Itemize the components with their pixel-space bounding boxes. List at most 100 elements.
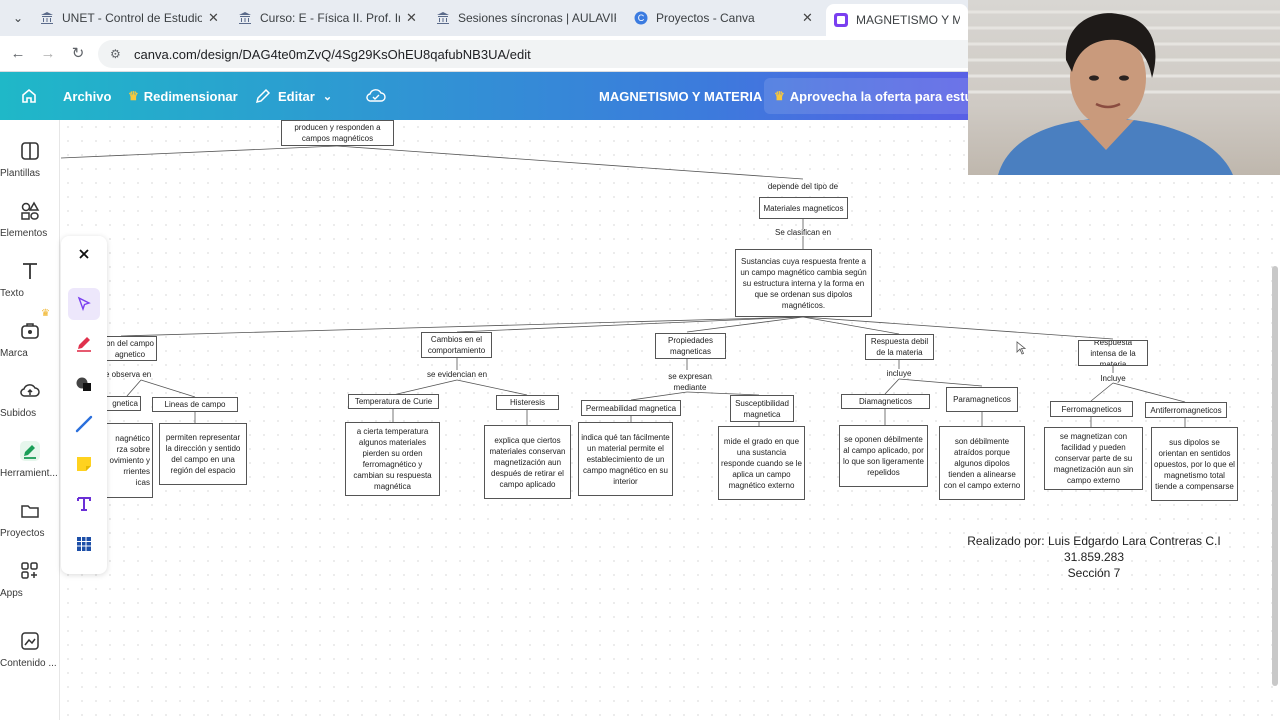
node-gnetica-partial[interactable]: gnetica xyxy=(101,396,141,411)
sidebar-item-subidos[interactable]: Subidos xyxy=(0,380,60,436)
node-respuesta-debil[interactable]: Respuesta debil de la materia xyxy=(865,334,934,360)
sidebar-item-elementos[interactable]: Elementos xyxy=(0,200,60,256)
node-propiedades[interactable]: Propiedades magneticas xyxy=(655,333,726,359)
node-permeabilidad[interactable]: Permeabilidad magnetica xyxy=(581,400,681,416)
sidebar-item-marca[interactable]: ♛ Marca xyxy=(0,308,60,376)
shape-tool-button[interactable] xyxy=(68,368,100,400)
browser-tab[interactable]: UNET - Control de Estudios y Ev ✕ xyxy=(32,4,228,32)
node-susceptibilidad[interactable]: Susceptibilidad magnetica xyxy=(730,395,794,422)
university-favicon-icon xyxy=(239,12,251,24)
node-sustancias[interactable]: Sustancias cuya respuesta frente a un ca… xyxy=(735,249,872,317)
tab-search-icon[interactable]: ⌄ xyxy=(8,8,28,28)
crown-icon: ♛ xyxy=(128,89,139,103)
node-cambios[interactable]: Cambios en el comportamiento xyxy=(421,332,492,358)
node-ferromagneticos-desc[interactable]: se magnetizan con facilidad y pueden con… xyxy=(1044,427,1143,490)
line-tool-button[interactable] xyxy=(68,408,100,440)
node-antiferromagneticos[interactable]: Antiferromagneticos xyxy=(1145,402,1227,418)
url-field[interactable]: ⚙ canva.com/design/DAG4te0mZvQ/4Sg29KsOh… xyxy=(98,40,1098,68)
browser-tab-active[interactable]: MAGNETISMO Y MATERIA xyxy=(826,4,968,36)
sidebar-label: Texto xyxy=(0,288,24,299)
node-diamagneticos-desc[interactable]: se oponen débilmente al campo aplicado, … xyxy=(839,425,928,487)
design-canvas[interactable]: producen y responden a campos magnéticos… xyxy=(61,120,1280,720)
crown-icon: ♛ xyxy=(41,308,50,319)
presenter-video-image xyxy=(968,10,1280,175)
sidebar-item-plantillas[interactable]: Plantillas xyxy=(0,140,60,196)
close-icon xyxy=(79,249,89,259)
sidebar-item-herramientas[interactable]: Herramient... xyxy=(0,440,60,496)
text-icon xyxy=(23,263,37,279)
browser-tab[interactable]: Curso: E - Física II. Prof. Irenia M ✕ xyxy=(230,4,426,32)
author-credit[interactable]: Realizado por: Luis Edgardo Lara Contrer… xyxy=(937,533,1251,581)
node-histeresis[interactable]: Histeresis xyxy=(496,395,559,410)
node-lineas-desc[interactable]: permiten representar la dirección y sent… xyxy=(159,423,247,485)
tab-title: Sesiones síncronas | AULAVIRTU xyxy=(458,11,616,25)
link-label: se expresan mediante xyxy=(668,372,712,392)
table-tool-button[interactable] xyxy=(68,528,100,560)
node-top[interactable]: producen y responden a campos magnéticos xyxy=(281,120,394,146)
pen-tool-button[interactable] xyxy=(68,328,100,360)
select-tool-button[interactable] xyxy=(68,288,100,320)
sticky-note-button[interactable] xyxy=(68,448,100,480)
forward-arrow-icon[interactable]: → xyxy=(38,44,58,64)
editar-label: Editar xyxy=(278,88,315,104)
node-susceptibilidad-desc[interactable]: mide el grado en que una sustancia respo… xyxy=(718,426,805,500)
editar-menu[interactable]: Editar ⌄ xyxy=(255,72,332,120)
pen-icon xyxy=(77,337,91,352)
node-diamagneticos[interactable]: Diamagneticos xyxy=(841,394,930,409)
text-tool-button[interactable] xyxy=(68,488,100,520)
vertical-scrollbar[interactable] xyxy=(1272,266,1278,686)
node-gnetica-desc[interactable]: nagnético rza sobre ovimiento y rrientes… xyxy=(105,423,153,498)
content-icon xyxy=(21,632,39,650)
side-panel: Plantillas Elementos Texto ♛ Marca Subid… xyxy=(0,120,60,720)
sidebar-item-apps[interactable]: Apps xyxy=(0,560,60,616)
cloud-saved-icon[interactable] xyxy=(366,72,386,120)
sidebar-label: Elementos xyxy=(0,228,48,239)
node-temperatura-curie[interactable]: Temperatura de Curie xyxy=(348,394,439,409)
sidebar-label: Contenido ... xyxy=(0,658,57,669)
folder-icon xyxy=(21,505,39,518)
node-permeabilidad-desc[interactable]: indica qué tan fácilmente un material pe… xyxy=(578,422,673,496)
link-label: Incluye xyxy=(1100,374,1126,383)
node-respuesta-intensa[interactable]: Respuesta intensa de la materia xyxy=(1078,340,1148,366)
shape-icon xyxy=(76,377,91,391)
redimensionar-label: Redimensionar xyxy=(143,88,238,104)
tab-title: UNET - Control de Estudios y Ev xyxy=(62,11,202,25)
sidebar-item-texto[interactable]: Texto xyxy=(0,260,60,316)
webcam-video xyxy=(968,0,1280,175)
back-arrow-icon[interactable]: ← xyxy=(8,44,28,64)
home-button[interactable] xyxy=(20,72,38,120)
close-tab-icon[interactable]: ✕ xyxy=(406,10,418,26)
close-tab-icon[interactable]: ✕ xyxy=(802,10,814,26)
node-ferromagneticos[interactable]: Ferromagneticos xyxy=(1050,401,1133,417)
browser-tab[interactable]: Sesiones síncronas | AULAVIRTU xyxy=(428,4,624,32)
node-curie-desc[interactable]: a cierta temperatura algunos materiales … xyxy=(345,422,440,496)
node-paramagneticos-desc[interactable]: son débilmente atraídos porque algunos d… xyxy=(939,426,1025,500)
templates-icon xyxy=(21,142,39,160)
offer-button[interactable]: ♛ Aprovecha la oferta para estud xyxy=(764,78,968,114)
node-paramagneticos[interactable]: Paramagneticos xyxy=(946,387,1018,412)
university-favicon-icon xyxy=(41,12,53,24)
document-title[interactable]: MAGNETISMO Y MATERIA xyxy=(599,72,762,120)
sidebar-label: Apps xyxy=(0,588,23,599)
browser-tab[interactable]: C Proyectos - Canva ✕ xyxy=(626,4,822,32)
link-label: Se clasifican en xyxy=(774,228,832,237)
sidebar-item-proyectos[interactable]: Proyectos xyxy=(0,500,60,556)
tab-title: Curso: E - Física II. Prof. Irenia M xyxy=(260,11,400,25)
reload-icon[interactable]: ↻ xyxy=(68,44,88,64)
svg-text:C: C xyxy=(638,13,645,23)
node-materiales[interactable]: Materiales magneticos xyxy=(759,197,848,219)
archivo-menu[interactable]: Archivo xyxy=(63,72,111,120)
pencil-icon xyxy=(255,88,271,104)
offer-label: Aprovecha la oferta para estud xyxy=(789,88,968,104)
author-line: Realizado por: Luis Edgardo Lara Contrer… xyxy=(967,534,1221,564)
close-draw-button[interactable] xyxy=(68,238,100,270)
redimensionar-button[interactable]: ♛ Redimensionar xyxy=(128,72,238,120)
site-settings-icon[interactable]: ⚙ xyxy=(110,47,124,61)
node-antiferromagneticos-desc[interactable]: sus dipolos se orientan en sentidos opue… xyxy=(1151,427,1238,501)
node-histeresis-desc[interactable]: explica que ciertos materiales conservan… xyxy=(484,425,571,499)
node-lineas-campo[interactable]: Lineas de campo xyxy=(152,397,238,412)
sidebar-item-contenido[interactable]: Contenido ... xyxy=(0,630,60,686)
uploads-icon xyxy=(20,384,40,397)
url-text: canva.com/design/DAG4te0mZvQ/4Sg29KsOhEU… xyxy=(134,46,531,62)
close-tab-icon[interactable]: ✕ xyxy=(208,10,220,26)
